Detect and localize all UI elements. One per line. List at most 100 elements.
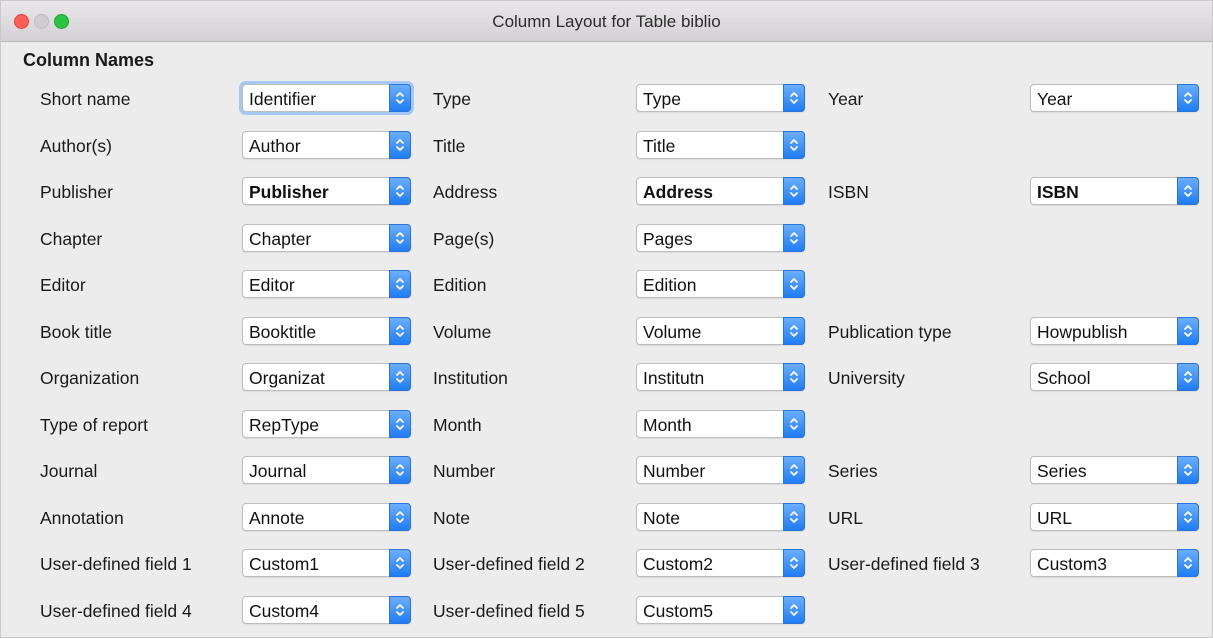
isbn-select-value: ISBN: [1037, 182, 1079, 202]
chevron-up-down-icon[interactable]: [1177, 84, 1199, 112]
publisher-label: Publisher: [40, 182, 113, 202]
chevron-up-down-icon[interactable]: [783, 363, 805, 391]
chevron-up-down-icon[interactable]: [783, 130, 805, 159]
chevron-up-down-icon[interactable]: [389, 316, 411, 345]
annotation-select[interactable]: Annote: [242, 502, 411, 531]
chevron-up-down-icon[interactable]: [389, 270, 411, 298]
volume-select[interactable]: Volume: [636, 316, 805, 345]
organization-select[interactable]: Organizat: [242, 363, 411, 391]
short-name-label: Short name: [40, 89, 131, 109]
field-row: Journal Journal Number Number Series Series: [1, 456, 1212, 486]
user-defined-field-5-select[interactable]: Custom5: [636, 595, 805, 624]
chevron-up-down-icon[interactable]: [389, 549, 411, 577]
journal-select[interactable]: Journal: [242, 456, 411, 484]
university-select[interactable]: School: [1030, 363, 1199, 391]
chevron-up-down-icon[interactable]: [783, 456, 805, 484]
url-select[interactable]: URL: [1030, 502, 1199, 531]
chevron-up-down-icon[interactable]: [783, 595, 805, 624]
user-defined-field-1-select[interactable]: Custom1: [242, 549, 411, 577]
user-defined-field-3-select[interactable]: Custom3: [1030, 549, 1199, 577]
title-select-value: Title: [643, 135, 676, 156]
chevron-up-down-icon[interactable]: [1177, 456, 1199, 484]
edition-select-value: Edition: [643, 275, 697, 295]
chevron-up-down-icon[interactable]: [389, 409, 411, 438]
month-select[interactable]: Month: [636, 409, 805, 438]
type-label: Type: [433, 89, 471, 109]
chevron-up-down-icon[interactable]: [389, 456, 411, 484]
book-title-select-value: Booktitle: [249, 321, 317, 342]
address-select-value: Address: [643, 182, 714, 202]
year-select-value: Year: [1037, 89, 1073, 109]
chevron-up-down-icon[interactable]: [389, 130, 411, 159]
chevron-up-down-icon[interactable]: [389, 595, 411, 624]
editor-select[interactable]: Editor: [242, 270, 411, 298]
note-select-value: Note: [643, 507, 680, 528]
user-defined-field-1-select-value: Custom1: [249, 554, 320, 574]
field-row: Annotation Annote Note Note URL URL: [1, 502, 1212, 533]
type-of-report-select-value: RepType: [249, 414, 320, 435]
chapter-select-value: Chapter: [249, 228, 312, 249]
chevron-up-down-icon[interactable]: [389, 363, 411, 391]
edition-select[interactable]: Edition: [636, 270, 805, 298]
year-select[interactable]: Year: [1030, 84, 1199, 112]
note-select[interactable]: Note: [636, 502, 805, 531]
short-name-select[interactable]: Identifier: [242, 84, 411, 112]
chevron-up-down-icon[interactable]: [389, 84, 411, 112]
user-defined-field-3-select-value: Custom3: [1037, 554, 1108, 574]
chevron-up-down-icon[interactable]: [1177, 177, 1199, 205]
user-defined-field-3-label: User-defined field 3: [828, 554, 980, 574]
field-row: User-defined field 4 Custom4 User-defined …: [1, 595, 1212, 626]
chevron-up-down-icon[interactable]: [783, 270, 805, 298]
chevron-up-down-icon[interactable]: [389, 502, 411, 531]
section-title: Column Names: [23, 50, 155, 70]
type-of-report-select[interactable]: RepType: [242, 409, 411, 438]
number-select[interactable]: Number: [636, 456, 805, 484]
page-s-select-value: Pages: [643, 228, 693, 249]
url-label: URL: [828, 507, 864, 528]
chevron-up-down-icon[interactable]: [783, 84, 805, 112]
publisher-select[interactable]: Publisher: [242, 177, 411, 205]
title-select[interactable]: Title: [636, 130, 805, 159]
chevron-up-down-icon[interactable]: [389, 177, 411, 205]
institution-select[interactable]: Institutn: [636, 363, 805, 391]
series-select[interactable]: Series: [1030, 456, 1199, 484]
chapter-select[interactable]: Chapter: [242, 223, 411, 252]
chevron-up-down-icon[interactable]: [783, 409, 805, 438]
type-select-value: Type: [643, 89, 681, 109]
chevron-up-down-icon[interactable]: [1177, 549, 1199, 577]
chevron-up-down-icon[interactable]: [783, 223, 805, 252]
university-select-value: School: [1037, 368, 1091, 388]
title-label: Title: [433, 135, 466, 156]
title-bar[interactable]: Column Layout for Table biblio: [1, 1, 1212, 42]
chapter-label: Chapter: [40, 228, 103, 249]
chevron-up-down-icon[interactable]: [783, 316, 805, 345]
window-title: Column Layout for Table biblio: [492, 12, 721, 31]
chevron-up-down-icon[interactable]: [783, 177, 805, 205]
chevron-up-down-icon[interactable]: [389, 223, 411, 252]
user-defined-field-2-select-value: Custom2: [643, 554, 714, 574]
institution-select-value: Institutn: [643, 368, 705, 388]
publication-type-select[interactable]: Howpublish: [1030, 316, 1199, 345]
chevron-up-down-icon[interactable]: [1177, 316, 1199, 345]
book-title-label: Book title: [40, 321, 112, 342]
user-defined-field-4-select-value: Custom4: [249, 600, 320, 621]
page-s-select[interactable]: Pages: [636, 223, 805, 252]
user-defined-field-4-select[interactable]: Custom4: [242, 595, 411, 624]
series-select-value: Series: [1037, 461, 1087, 481]
publication-type-label: Publication type: [828, 321, 952, 342]
author-s-label: Author(s): [40, 135, 112, 156]
user-defined-field-2-select[interactable]: Custom2: [636, 549, 805, 577]
isbn-select[interactable]: ISBN: [1030, 177, 1199, 205]
chevron-up-down-icon[interactable]: [1177, 363, 1199, 391]
type-select[interactable]: Type: [636, 84, 805, 112]
author-s-select[interactable]: Author: [242, 130, 411, 159]
chevron-up-down-icon[interactable]: [1177, 502, 1199, 531]
field-row: Type of report RepType Month Month: [1, 409, 1212, 440]
book-title-select[interactable]: Booktitle: [242, 316, 411, 345]
chevron-up-down-icon[interactable]: [783, 549, 805, 577]
chevron-up-down-icon[interactable]: [783, 502, 805, 531]
field-row: Author(s) Author Title Title: [1, 130, 1212, 161]
short-name-select-value: Identifier: [249, 89, 317, 109]
user-defined-field-4-label: User-defined field 4: [40, 600, 192, 621]
address-select[interactable]: Address: [636, 177, 805, 205]
